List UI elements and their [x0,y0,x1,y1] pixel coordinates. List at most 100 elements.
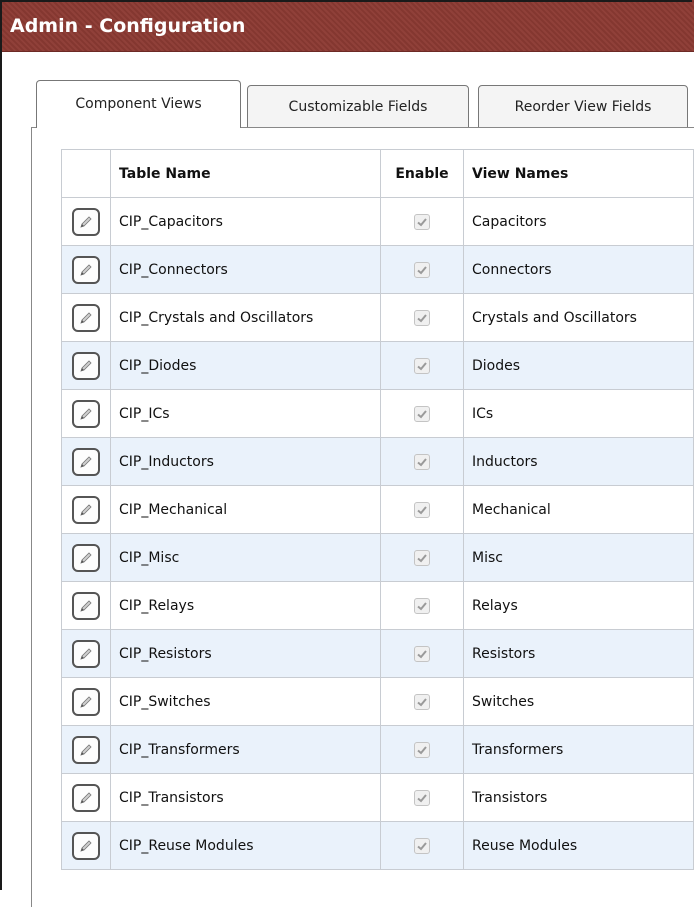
table-row[interactable]: CIP_ICs ICs [61,389,694,438]
table-name-cell: CIP_Transistors [110,773,381,822]
tab-bar: Component Views Customizable Fields Reor… [36,80,694,128]
checkmark-icon [417,745,427,754]
edit-button[interactable] [72,255,100,284]
edit-button[interactable] [72,543,100,572]
tab-customizable-fields[interactable]: Customizable Fields [247,85,469,128]
table-name-cell: CIP_Inductors [110,437,381,486]
edit-button[interactable] [72,351,100,380]
enable-checkbox[interactable] [414,357,430,374]
tab-component-views[interactable]: Component Views [36,80,241,128]
table-row[interactable]: CIP_Reuse Modules Reuse Modules [61,821,694,870]
table-row[interactable]: CIP_Switches Switches [61,677,694,726]
pencil-icon [80,215,92,228]
view-name-cell: Reuse Modules [463,821,694,870]
column-header-enable[interactable]: Enable [380,149,464,198]
pencil-icon [80,647,92,660]
table-row[interactable]: CIP_Inductors Inductors [61,437,694,486]
enable-checkbox[interactable] [414,261,430,278]
table-row[interactable]: CIP_Mechanical Mechanical [61,485,694,534]
edit-cell [61,245,111,294]
enable-cell [380,629,464,678]
enable-cell [380,245,464,294]
enable-checkbox[interactable] [414,837,430,854]
edit-button[interactable] [72,783,100,812]
edit-button[interactable] [72,495,100,524]
table-name-cell: CIP_Misc [110,533,381,582]
enable-checkbox[interactable] [414,789,430,806]
checkmark-icon [417,409,427,418]
table-row[interactable]: CIP_Crystals and Oscillators Crystals and… [61,293,694,342]
enable-checkbox[interactable] [414,501,430,518]
checkmark-icon [417,697,427,706]
enable-checkbox[interactable] [414,597,430,614]
enable-cell [380,821,464,870]
enable-checkbox[interactable] [414,645,430,662]
table-row[interactable]: CIP_Transformers Transformers [61,725,694,774]
view-name-cell: ICs [463,389,694,438]
edit-cell [61,293,111,342]
checkmark-icon [417,313,427,322]
column-header-table-name[interactable]: Table Name [110,149,381,198]
pencil-icon [80,695,92,708]
table-row[interactable]: CIP_Misc Misc [61,533,694,582]
edit-button[interactable] [72,447,100,476]
edit-button[interactable] [72,591,100,620]
edit-cell [61,389,111,438]
checkmark-icon [417,649,427,658]
edit-button[interactable] [72,207,100,236]
enable-checkbox[interactable] [414,693,430,710]
enable-cell [380,677,464,726]
table-name-cell: CIP_Diodes [110,341,381,390]
enable-checkbox[interactable] [414,309,430,326]
table-row[interactable]: CIP_Connectors Connectors [61,245,694,294]
pencil-icon [80,551,92,564]
table-row[interactable]: CIP_Diodes Diodes [61,341,694,390]
edit-button[interactable] [72,831,100,860]
view-name-cell: Switches [463,677,694,726]
checkmark-icon [417,553,427,562]
table-row[interactable]: CIP_Resistors Resistors [61,629,694,678]
table-row[interactable]: CIP_Relays Relays [61,581,694,630]
edit-cell [61,533,111,582]
table-name-cell: CIP_Mechanical [110,485,381,534]
edit-cell [61,197,111,246]
column-header-view-names[interactable]: View Names [463,149,694,198]
edit-button[interactable] [72,735,100,764]
enable-cell [380,341,464,390]
table-row[interactable]: CIP_Capacitors Capacitors [61,197,694,246]
view-name-cell: Transformers [463,725,694,774]
enable-checkbox[interactable] [414,405,430,422]
pencil-icon [80,455,92,468]
edit-button[interactable] [72,687,100,716]
edit-button[interactable] [72,639,100,668]
table-row[interactable]: CIP_Transistors Transistors [61,773,694,822]
view-name-cell: Crystals and Oscillators [463,293,694,342]
view-name-cell: Diodes [463,341,694,390]
checkmark-icon [417,505,427,514]
enable-checkbox[interactable] [414,453,430,470]
enable-checkbox[interactable] [414,741,430,758]
edit-button[interactable] [72,303,100,332]
enable-checkbox[interactable] [414,549,430,566]
enable-checkbox[interactable] [414,213,430,230]
table-name-cell: CIP_Connectors [110,245,381,294]
enable-cell [380,389,464,438]
view-name-cell: Relays [463,581,694,630]
table-name-cell: CIP_Crystals and Oscillators [110,293,381,342]
table-name-cell: CIP_Capacitors [110,197,381,246]
checkmark-icon [417,601,427,610]
table-name-cell: CIP_Resistors [110,629,381,678]
enable-cell [380,533,464,582]
pencil-icon [80,503,92,516]
enable-cell [380,437,464,486]
tab-reorder-view-fields[interactable]: Reorder View Fields [478,85,688,128]
enable-cell [380,773,464,822]
table-name-cell: CIP_Transformers [110,725,381,774]
edit-cell [61,485,111,534]
table-name-cell: CIP_ICs [110,389,381,438]
view-name-cell: Mechanical [463,485,694,534]
edit-button[interactable] [72,399,100,428]
enable-cell [380,485,464,534]
edit-cell [61,629,111,678]
edit-cell [61,677,111,726]
